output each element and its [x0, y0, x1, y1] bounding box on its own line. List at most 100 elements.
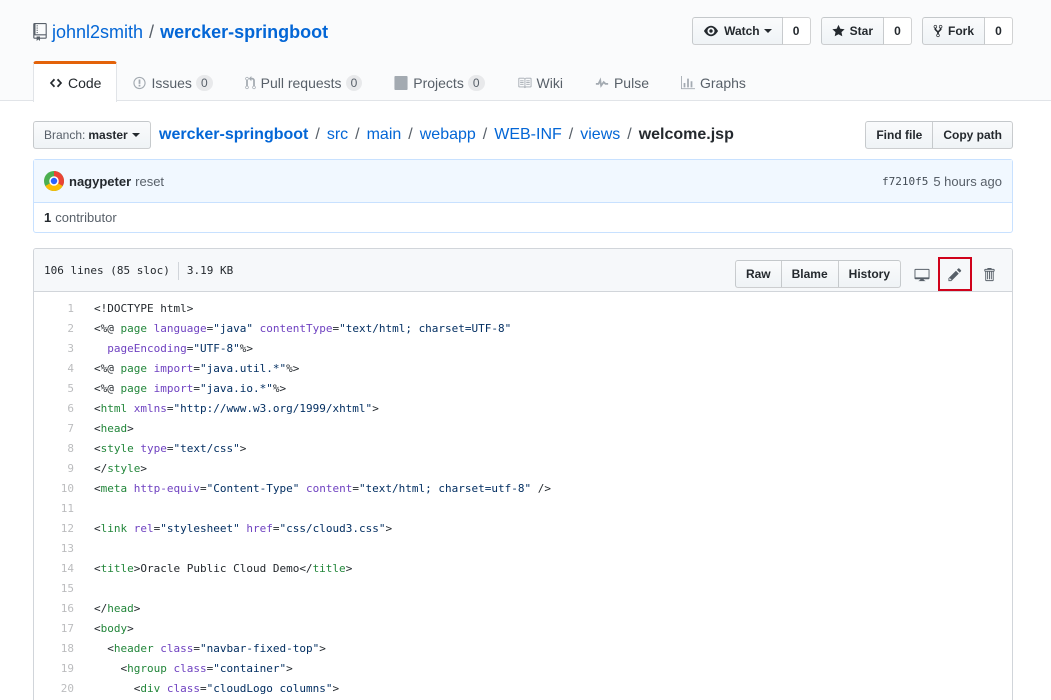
open-in-desktop-button[interactable] — [909, 260, 935, 288]
line-number[interactable]: 9 — [34, 459, 84, 479]
branch-label: Branch: — [44, 128, 86, 142]
code-token: > — [385, 522, 393, 535]
branch-value: master — [88, 128, 128, 142]
delete-file-button[interactable] — [976, 260, 1002, 288]
file-navigation: Branch: master wercker-springboot / src … — [33, 121, 1013, 149]
code-token: > — [133, 602, 141, 615]
line-number[interactable]: 17 — [34, 619, 84, 639]
raw-button[interactable]: Raw — [734, 260, 782, 288]
line-number[interactable]: 11 — [34, 499, 84, 519]
code-content: <header class="navbar-fixed-top"> — [84, 639, 551, 659]
code-token: %> — [286, 362, 300, 375]
line-number[interactable]: 13 — [34, 539, 84, 559]
line-number[interactable]: 6 — [34, 399, 84, 419]
history-button[interactable]: History — [838, 260, 901, 288]
tab-code[interactable]: Code — [33, 61, 118, 102]
commit-meta: f7210f5 5 hours ago — [882, 174, 1002, 189]
code-line: 14 <title>Oracle Public Cloud Demo</title… — [34, 559, 551, 579]
fork-count[interactable]: 0 — [985, 17, 1013, 45]
contributors-label: contributor — [55, 210, 117, 225]
breadcrumb-separator: / — [627, 126, 632, 143]
code-token: "stylesheet" — [160, 522, 240, 535]
tab-pulse[interactable]: Pulse — [579, 61, 665, 101]
line-number[interactable]: 14 — [34, 559, 84, 579]
star-button[interactable]: Star — [820, 17, 884, 45]
line-number[interactable]: 16 — [34, 599, 84, 619]
code-content: <hgroup class="container"> — [84, 659, 551, 679]
repo-name-link[interactable]: wercker-springboot — [160, 22, 328, 43]
fork-label: Fork — [947, 24, 974, 38]
line-number[interactable]: 7 — [34, 419, 84, 439]
line-number[interactable]: 18 — [34, 639, 84, 659]
line-number[interactable]: 19 — [34, 659, 84, 679]
code-line: 13 — [34, 539, 551, 559]
code-content: <%@ page import="java.io.*"%> — [84, 379, 551, 399]
code-token: style — [107, 462, 141, 475]
find-file-button[interactable]: Find file — [865, 121, 934, 149]
line-number[interactable]: 12 — [34, 519, 84, 539]
line-number[interactable]: 3 — [34, 339, 84, 359]
line-number[interactable]: 2 — [34, 319, 84, 339]
issues-counter: 0 — [195, 74, 213, 91]
avatar[interactable] — [44, 171, 64, 191]
code-token: > — [286, 662, 293, 675]
tab-wiki[interactable]: Wiki — [501, 61, 579, 101]
breadcrumb-main[interactable]: main — [367, 126, 402, 144]
tab-graphs[interactable]: Graphs — [665, 61, 762, 101]
star-group: Star 0 — [820, 17, 912, 45]
code-token: "text/html; charset=utf-8" — [358, 482, 532, 495]
watch-label: Watch — [724, 24, 760, 38]
contributors-summary[interactable]: 1 contributor — [34, 203, 1012, 232]
eye-icon — [704, 25, 719, 37]
breadcrumb-root[interactable]: wercker-springboot — [159, 126, 308, 144]
watch-button[interactable]: Watch — [692, 17, 783, 45]
line-number[interactable]: 8 — [34, 439, 84, 459]
breadcrumb-separator: / — [568, 126, 574, 143]
breadcrumb-web-inf[interactable]: WEB-INF — [494, 126, 562, 144]
repo-owner-link[interactable]: johnl2smith — [52, 22, 143, 43]
code-token: = — [352, 482, 359, 495]
commit-message-link[interactable]: reset — [135, 174, 164, 189]
code-token: > — [372, 402, 379, 415]
code-token: > — [332, 682, 340, 695]
star-label: Star — [849, 24, 873, 38]
code-token: page — [120, 362, 148, 375]
breadcrumb-src[interactable]: src — [327, 126, 348, 144]
code-token: </ — [94, 462, 108, 475]
copy-path-button[interactable]: Copy path — [933, 121, 1013, 149]
tab-pull-requests[interactable]: Pull requests 0 — [229, 61, 379, 101]
branch-select-button[interactable]: Branch: master — [33, 121, 151, 149]
line-number[interactable]: 4 — [34, 359, 84, 379]
fork-button[interactable]: Fork — [921, 17, 985, 45]
code-token: "UTF-8" — [193, 342, 240, 355]
code-content: <head> — [84, 419, 551, 439]
code-token: "java.util.*" — [200, 362, 287, 375]
line-number[interactable]: 5 — [34, 379, 84, 399]
watch-group: Watch 0 — [692, 17, 811, 45]
code-token: < — [94, 662, 128, 675]
line-number[interactable]: 1 — [34, 299, 84, 319]
code-token: <%@ — [94, 322, 121, 335]
code-token: "container" — [213, 662, 287, 675]
watch-count[interactable]: 0 — [782, 17, 811, 45]
repo-icon — [33, 23, 47, 41]
breadcrumb-webapp[interactable]: webapp — [420, 126, 476, 144]
tab-projects[interactable]: Projects 0 — [378, 61, 500, 101]
line-number[interactable]: 15 — [34, 579, 84, 599]
edit-file-button[interactable] — [938, 257, 972, 291]
commit-sha-link[interactable]: f7210f5 — [882, 175, 928, 188]
line-number[interactable]: 10 — [34, 479, 84, 499]
tab-issues[interactable]: Issues 0 — [117, 61, 228, 101]
breadcrumb-views[interactable]: views — [580, 126, 620, 144]
code-content: <title>Oracle Public Cloud Demo</title> — [84, 559, 551, 579]
code-token: pageEncoding — [107, 342, 187, 355]
star-count[interactable]: 0 — [883, 17, 912, 45]
commit-author-link[interactable]: nagypeter — [69, 174, 131, 189]
code-token: < — [94, 682, 141, 695]
code-token: "http://www.w3.org/1999/xhtml" — [173, 402, 373, 415]
blame-button[interactable]: Blame — [781, 260, 839, 288]
line-number[interactable]: 20 — [34, 679, 84, 699]
